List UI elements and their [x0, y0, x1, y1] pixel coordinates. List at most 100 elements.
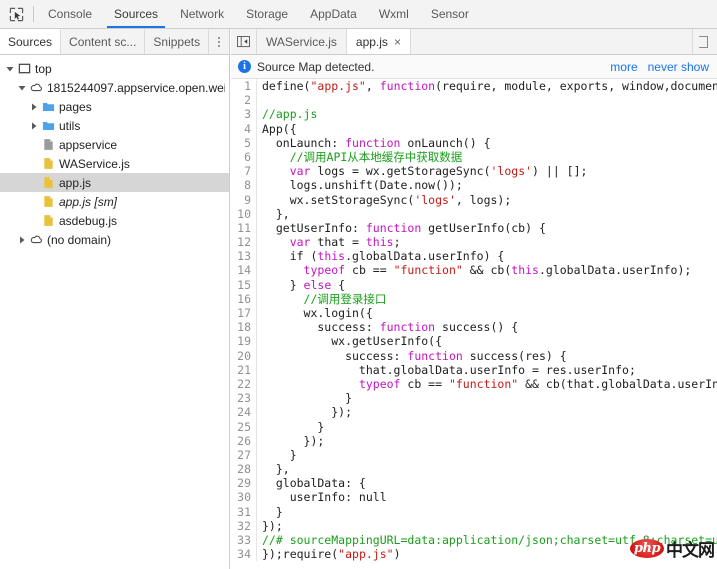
code-text[interactable]: wx.login({ — [257, 306, 373, 320]
code-text[interactable]: }); — [257, 519, 283, 533]
line-number[interactable]: 29 — [231, 476, 257, 490]
code-text[interactable]: });require("app.js") — [257, 547, 401, 561]
code-text[interactable]: userInfo: null — [257, 490, 387, 504]
tab-appdata[interactable]: AppData — [299, 0, 368, 28]
code-text[interactable]: //调用API从本地缓存中获取数据 — [257, 150, 462, 164]
code-text[interactable]: success: function success(res) { — [257, 349, 567, 363]
code-text[interactable]: wx.getUserInfo({ — [257, 334, 442, 348]
sidebar-tab-snippets[interactable]: Snippets — [145, 29, 209, 54]
tab-sensor[interactable]: Sensor — [420, 0, 480, 28]
line-number[interactable]: 8 — [231, 178, 257, 192]
tab-wxml[interactable]: Wxml — [368, 0, 420, 28]
line-number[interactable]: 24 — [231, 405, 257, 419]
tab-console[interactable]: Console — [37, 0, 103, 28]
close-icon[interactable]: × — [394, 36, 401, 48]
tree-item[interactable]: asdebug.js — [0, 211, 229, 230]
code-text[interactable]: } else { — [257, 278, 345, 292]
tab-network[interactable]: Network — [169, 0, 235, 28]
editor-tab-appjs[interactable]: app.js × — [347, 29, 411, 54]
tree-item[interactable]: 1815244097.appservice.open.weix — [0, 78, 229, 97]
tab-sources[interactable]: Sources — [103, 0, 169, 28]
line-number[interactable]: 26 — [231, 434, 257, 448]
line-number[interactable]: 21 — [231, 363, 257, 377]
chevron-down-icon[interactable] — [16, 84, 28, 92]
code-text[interactable]: var that = this; — [257, 235, 401, 249]
code-text[interactable]: getUserInfo: function getUserInfo(cb) { — [257, 221, 546, 235]
line-number[interactable]: 12 — [231, 235, 257, 249]
code-text[interactable]: if (this.globalData.userInfo) { — [257, 249, 504, 263]
line-number[interactable]: 5 — [231, 136, 257, 150]
code-text[interactable]: App({ — [257, 122, 297, 136]
chevron-right-icon[interactable] — [16, 236, 28, 244]
code-text[interactable]: }, — [257, 207, 290, 221]
never-show-link[interactable]: never show — [648, 60, 709, 74]
code-text[interactable] — [257, 93, 262, 107]
code-text[interactable]: globalData: { — [257, 476, 366, 490]
code-text[interactable]: //# sourceMappingURL=data:application/js… — [257, 533, 717, 547]
sidebar-tab-content-scripts[interactable]: Content sc... — [61, 29, 145, 54]
tree-item[interactable]: (no domain) — [0, 230, 229, 249]
code-text[interactable]: var logs = wx.getStorageSync('logs') || … — [257, 164, 587, 178]
line-number[interactable]: 30 — [231, 490, 257, 504]
more-link[interactable]: more — [610, 60, 637, 74]
chevron-right-icon[interactable] — [28, 122, 40, 130]
line-number[interactable]: 2 — [231, 93, 257, 107]
line-number[interactable]: 31 — [231, 505, 257, 519]
line-number[interactable]: 11 — [231, 221, 257, 235]
line-number[interactable]: 3 — [231, 107, 257, 121]
line-number[interactable]: 10 — [231, 207, 257, 221]
tree-item[interactable]: utils — [0, 116, 229, 135]
code-text[interactable]: wx.setStorageSync('logs', logs); — [257, 193, 511, 207]
code-text[interactable]: that.globalData.userInfo = res.userInfo; — [257, 363, 636, 377]
tree-item[interactable]: WAService.js — [0, 154, 229, 173]
line-number[interactable]: 16 — [231, 292, 257, 306]
code-text[interactable]: define("app.js", function(require, modul… — [257, 79, 717, 93]
line-number[interactable]: 7 — [231, 164, 257, 178]
line-number[interactable]: 18 — [231, 320, 257, 334]
line-number[interactable]: 28 — [231, 462, 257, 476]
kebab-menu-icon[interactable] — [209, 29, 229, 54]
line-number[interactable]: 20 — [231, 349, 257, 363]
line-number[interactable]: 25 — [231, 420, 257, 434]
line-number[interactable]: 17 — [231, 306, 257, 320]
line-number[interactable]: 1 — [231, 79, 257, 93]
tree-item[interactable]: pages — [0, 97, 229, 116]
line-number[interactable]: 22 — [231, 377, 257, 391]
editor-tab-waservice[interactable]: WAService.js — [257, 29, 347, 54]
tree-item[interactable]: app.js [sm] — [0, 192, 229, 211]
code-text[interactable]: //调用登录接口 — [257, 292, 386, 306]
line-number[interactable]: 34 — [231, 547, 257, 561]
code-text[interactable]: typeof cb == "function" && cb(this.globa… — [257, 263, 691, 277]
code-text[interactable]: } — [257, 420, 324, 434]
code-text[interactable]: //app.js — [257, 107, 317, 121]
line-number[interactable]: 14 — [231, 263, 257, 277]
show-navigator-icon[interactable] — [231, 29, 257, 54]
code-text[interactable]: }); — [257, 405, 352, 419]
line-number[interactable]: 4 — [231, 122, 257, 136]
line-number[interactable]: 9 — [231, 193, 257, 207]
line-number[interactable]: 13 — [231, 249, 257, 263]
line-number[interactable]: 33 — [231, 533, 257, 547]
code-text[interactable]: onLaunch: function onLaunch() { — [257, 136, 491, 150]
tree-item[interactable]: top — [0, 59, 229, 78]
code-text[interactable]: }, — [257, 462, 290, 476]
code-text[interactable]: success: function success() { — [257, 320, 518, 334]
line-number[interactable]: 6 — [231, 150, 257, 164]
sidebar-tab-sources[interactable]: Sources — [0, 29, 61, 54]
editor-tab-overflow[interactable] — [693, 29, 717, 54]
line-number[interactable]: 32 — [231, 519, 257, 533]
chevron-down-icon[interactable] — [4, 65, 16, 73]
code-text[interactable]: } — [257, 391, 352, 405]
inspect-element-icon[interactable] — [0, 0, 32, 28]
tree-item[interactable]: appservice — [0, 135, 229, 154]
line-number[interactable]: 23 — [231, 391, 257, 405]
line-number[interactable]: 19 — [231, 334, 257, 348]
line-number[interactable]: 27 — [231, 448, 257, 462]
chevron-right-icon[interactable] — [28, 103, 40, 111]
code-text[interactable]: } — [257, 448, 297, 462]
code-text[interactable]: } — [257, 505, 283, 519]
tab-storage[interactable]: Storage — [235, 0, 299, 28]
line-number[interactable]: 15 — [231, 278, 257, 292]
code-viewer[interactable]: 1define("app.js", function(require, modu… — [231, 79, 717, 569]
code-text[interactable]: }); — [257, 434, 324, 448]
